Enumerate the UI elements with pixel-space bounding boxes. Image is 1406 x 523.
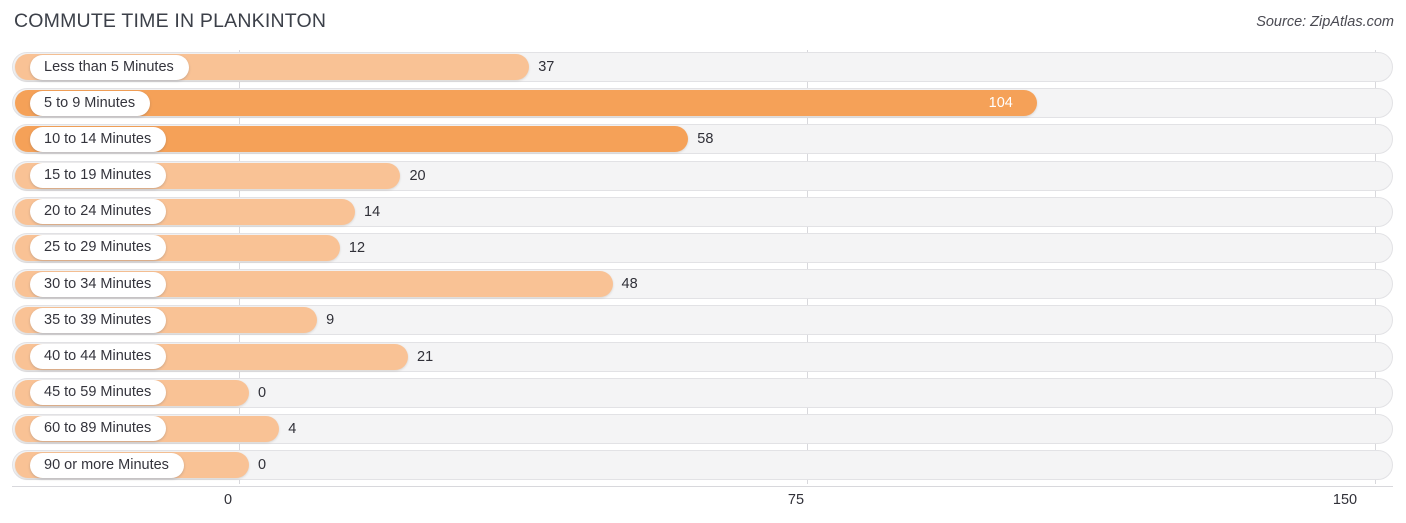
chart-container: COMMUTE TIME IN PLANKINTON Source: ZipAt… bbox=[0, 0, 1406, 523]
bar-category-label: 5 to 9 Minutes bbox=[30, 90, 151, 116]
bar-value-label: 9 bbox=[326, 312, 335, 329]
bar-row[interactable]: 5 to 9 Minutes 104 bbox=[0, 86, 1406, 122]
bar-category-label: 40 to 44 Minutes bbox=[30, 344, 167, 369]
axis-tick-label: 0 bbox=[223, 492, 233, 508]
bar-row[interactable]: 45 to 59 Minutes 0 bbox=[0, 376, 1406, 412]
bar-category-label: 90 or more Minutes bbox=[30, 452, 184, 478]
bar-row[interactable]: 30 to 34 Minutes 48 bbox=[0, 267, 1406, 303]
bar-row[interactable]: 25 to 29 Minutes 12 bbox=[0, 231, 1406, 267]
bar-row[interactable]: 20 to 24 Minutes 14 bbox=[0, 195, 1406, 231]
bar-row[interactable]: 40 to 44 Minutes 21 bbox=[0, 340, 1406, 376]
x-axis: 0 75 150 bbox=[0, 486, 1406, 523]
bar-category-label: Less than 5 Minutes bbox=[30, 54, 189, 80]
plot-area: Less than 5 Minutes 37 5 to 9 Minutes 104 10… bbox=[0, 50, 1406, 486]
bar-category-label: 15 to 19 Minutes bbox=[30, 163, 167, 189]
bar-value-label-inside: 104 bbox=[988, 95, 1013, 112]
bar-value-label: 37 bbox=[538, 59, 555, 75]
bar-row[interactable]: 10 to 14 Minutes 58 bbox=[0, 122, 1406, 158]
page-title: COMMUTE TIME IN PLANKINTON bbox=[14, 10, 327, 32]
bar-value-label: 58 bbox=[697, 131, 714, 148]
bar-category-label: 60 to 89 Minutes bbox=[30, 416, 167, 442]
bar-row[interactable]: 15 to 19 Minutes 20 bbox=[0, 159, 1406, 195]
axis-line bbox=[12, 486, 1393, 487]
bar-value-label: 14 bbox=[364, 203, 381, 220]
axis-tick-label: 150 bbox=[1332, 492, 1358, 508]
bar-value-label: 0 bbox=[258, 384, 267, 401]
bar-category-label: 35 to 39 Minutes bbox=[30, 307, 167, 333]
axis-tick-label: 75 bbox=[787, 492, 805, 508]
bar-rows: Less than 5 Minutes 37 5 to 9 Minutes 104 10… bbox=[0, 50, 1406, 484]
bar-row[interactable]: 90 or more Minutes 0 bbox=[0, 448, 1406, 484]
bar-fill[interactable] bbox=[15, 90, 1037, 117]
bar-category-label: 20 to 24 Minutes bbox=[30, 199, 167, 225]
bar-value-label: 21 bbox=[417, 348, 434, 365]
bar-category-label: 45 to 59 Minutes bbox=[30, 380, 167, 406]
bar-category-label: 30 to 34 Minutes bbox=[30, 271, 167, 297]
bar-value-label: 20 bbox=[409, 167, 426, 184]
source-attribution: Source: ZipAtlas.com bbox=[1256, 14, 1394, 30]
bar-row[interactable]: Less than 5 Minutes 37 bbox=[0, 50, 1406, 86]
bar-value-label: 48 bbox=[621, 276, 638, 293]
bar-value-label: 12 bbox=[348, 239, 366, 256]
bar-value-label: 0 bbox=[258, 457, 267, 474]
bar-category-label: 25 to 29 Minutes bbox=[30, 235, 167, 261]
bar-value-label: 4 bbox=[288, 420, 297, 437]
bar-category-label: 10 to 14 Minutes bbox=[30, 126, 167, 152]
bar-row[interactable]: 60 to 89 Minutes 4 bbox=[0, 412, 1406, 448]
bar-row[interactable]: 35 to 39 Minutes 9 bbox=[0, 303, 1406, 339]
